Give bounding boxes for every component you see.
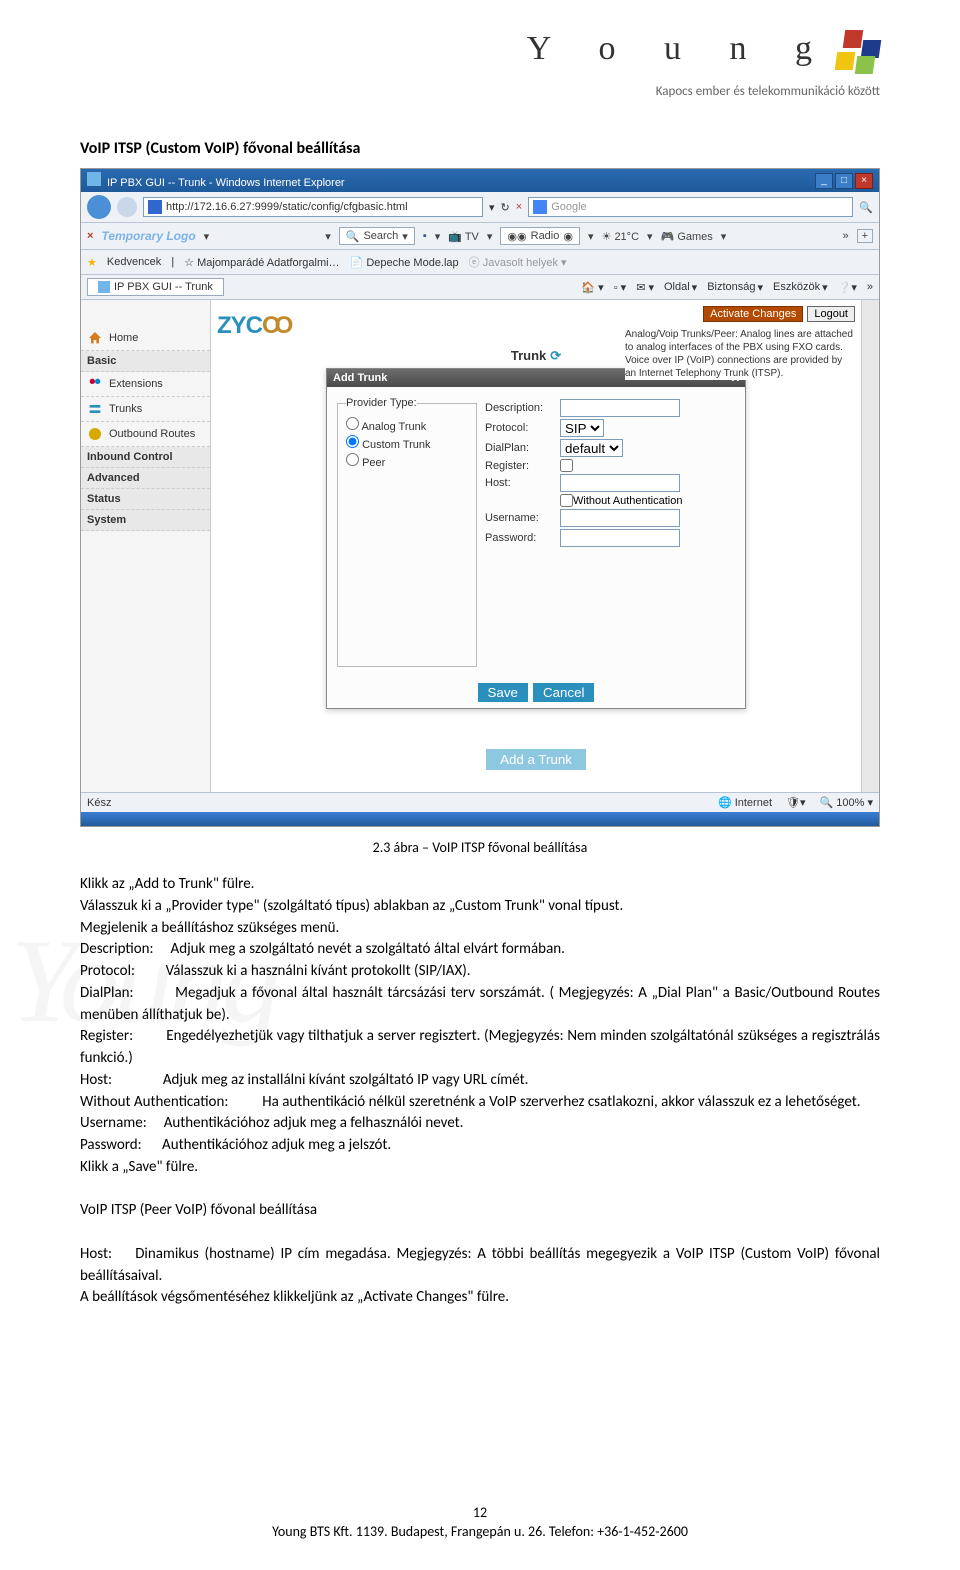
add-trunk-button[interactable]: Add a Trunk xyxy=(486,749,586,770)
nav-fwd-icon[interactable] xyxy=(117,197,137,217)
radio-custom[interactable]: Custom Trunk xyxy=(346,435,468,451)
label-description: Description: xyxy=(485,402,560,414)
activate-changes-button[interactable]: Activate Changes xyxy=(703,306,803,322)
radio-analog[interactable]: Analog Trunk xyxy=(346,417,468,433)
sidebar-item-home[interactable]: Home xyxy=(81,326,210,351)
weather: ☀ 21°C xyxy=(602,230,640,243)
window-controls[interactable]: _□× xyxy=(813,173,873,189)
page-icon xyxy=(148,200,162,214)
screenshot-figure: IP PBX GUI -- Trunk - Windows Internet E… xyxy=(80,168,880,827)
status-left: Kész xyxy=(87,797,111,809)
toolbar-search[interactable]: 🔍 Search ▾ xyxy=(339,227,415,245)
label-dialplan: DialPlan: xyxy=(485,442,560,454)
refresh-icon[interactable]: ↻ xyxy=(501,201,510,214)
radio-peer[interactable]: Peer xyxy=(346,453,468,469)
ie-command-bar: 🏠 ▾ ▫ ▾ ✉ ▾ Oldal ▾ Biztonság ▾ Eszközök… xyxy=(581,281,873,294)
brand-name: Y o u n g xyxy=(527,30,832,68)
window-title: IP PBX GUI -- Trunk - Windows Internet E… xyxy=(87,172,345,189)
mail-icon[interactable]: ✉ ▾ xyxy=(636,281,654,294)
sidebar-cat-basic[interactable]: Basic xyxy=(81,351,210,372)
register-checkbox[interactable] xyxy=(560,459,573,472)
reload-icon[interactable]: ⟳ xyxy=(550,348,561,363)
radio-btn[interactable]: ◉◉ Radio ◉ xyxy=(500,227,580,245)
page-footer: 12 Young BTS Kft. 1139. Budapest, Frange… xyxy=(0,1504,960,1540)
sidebar-cat-advanced[interactable]: Advanced xyxy=(81,468,210,489)
add-trunk-modal: Add TrunkX Provider Type: Analog Trunk C… xyxy=(326,368,746,709)
brand-tagline: Kapocs ember és telekommunikáció között xyxy=(80,84,880,99)
help-icon[interactable]: ❔▾ xyxy=(838,281,857,294)
doc-body: Klikk az „Add to Trunk" fülre. Válasszuk… xyxy=(80,874,880,1309)
save-button[interactable]: Save xyxy=(478,683,528,702)
protocol-select[interactable]: SIP xyxy=(560,419,604,437)
favorites-label: Kedvencek xyxy=(107,256,161,268)
google-icon xyxy=(533,200,547,214)
figure-caption: 2.3 ábra – VoIP ITSP fővonal beállítása xyxy=(80,839,880,856)
fav-item[interactable]: ☆ Majomparádé Adatforgalmi… xyxy=(184,256,339,269)
sidebar-item-extensions[interactable]: Extensions xyxy=(81,372,210,397)
protected-mode-icon[interactable]: 🛡▾ xyxy=(786,796,806,809)
brand-logo xyxy=(836,30,880,74)
toolbar-logo: Temporary Logo xyxy=(101,229,195,243)
label-host: Host: xyxy=(485,477,560,489)
without-auth-checkbox[interactable] xyxy=(560,494,573,507)
provider-type-fieldset: Provider Type: Analog Trunk Custom Trunk… xyxy=(337,397,477,667)
description-field[interactable] xyxy=(560,399,680,417)
sidebar-item-outbound[interactable]: Outbound Routes xyxy=(81,422,210,447)
maximize-icon[interactable]: □ xyxy=(835,173,853,189)
minimize-icon[interactable]: _ xyxy=(815,173,833,189)
sidebar-item-trunks[interactable]: Trunks xyxy=(81,397,210,422)
dialplan-select[interactable]: default xyxy=(560,439,623,457)
label-username: Username: xyxy=(485,512,560,524)
fav-item[interactable]: ⓔ Javasolt helyek ▾ xyxy=(469,254,567,270)
modal-title: Add Trunk xyxy=(333,372,387,384)
status-internet: 🌐 Internet xyxy=(718,796,772,809)
info-text: Analog/Voip Trunks/Peer: Analog lines ar… xyxy=(625,328,855,380)
sidebar-cat-status[interactable]: Status xyxy=(81,489,210,510)
stop-icon[interactable]: × xyxy=(516,201,522,213)
feed-icon[interactable]: ▫ ▾ xyxy=(614,281,626,294)
browser-tab[interactable]: IP PBX GUI -- Trunk xyxy=(87,278,224,296)
label-without-auth: Without Authentication xyxy=(573,495,682,507)
search-go-icon[interactable]: 🔍 xyxy=(859,201,873,214)
favorites-icon[interactable]: ★ xyxy=(87,256,97,269)
safety-menu[interactable]: Biztonság ▾ xyxy=(707,281,763,294)
games-btn[interactable]: 🎮 Games xyxy=(661,230,713,243)
nav-back-icon[interactable] xyxy=(87,195,111,219)
host-field[interactable] xyxy=(560,474,680,492)
label-password: Password: xyxy=(485,532,560,544)
taskbar xyxy=(81,812,879,826)
cancel-button[interactable]: Cancel xyxy=(533,683,595,702)
section-title: VoIP ITSP (Custom VoIP) fővonal beállítá… xyxy=(80,139,880,158)
page-menu[interactable]: Oldal ▾ xyxy=(664,281,697,294)
username-field[interactable] xyxy=(560,509,680,527)
sidebar-cat-inbound[interactable]: Inbound Control xyxy=(81,447,210,468)
fb-icon[interactable]: ▪ xyxy=(423,230,427,242)
fav-item[interactable]: 📄 Depeche Mode.lap xyxy=(350,256,459,269)
tools-menu[interactable]: Eszközök ▾ xyxy=(773,281,828,294)
password-field[interactable] xyxy=(560,529,680,547)
address-bar[interactable]: http://172.16.6.27:9999/static/config/cf… xyxy=(143,197,483,217)
scrollbar[interactable] xyxy=(861,300,879,792)
zoom-level[interactable]: 🔍 100% ▾ xyxy=(820,796,873,809)
search-box[interactable]: Google xyxy=(528,197,853,217)
sidebar-cat-system[interactable]: System xyxy=(81,510,210,531)
label-register: Register: xyxy=(485,460,560,472)
home-icon[interactable]: 🏠 ▾ xyxy=(581,281,603,294)
label-protocol: Protocol: xyxy=(485,422,560,434)
close-icon[interactable]: × xyxy=(855,173,873,189)
tv-icon[interactable]: 📺 TV xyxy=(448,230,479,243)
logout-button[interactable]: Logout xyxy=(807,306,855,322)
app-sidebar: Home Basic Extensions Trunks Outbound Ro… xyxy=(81,300,211,792)
